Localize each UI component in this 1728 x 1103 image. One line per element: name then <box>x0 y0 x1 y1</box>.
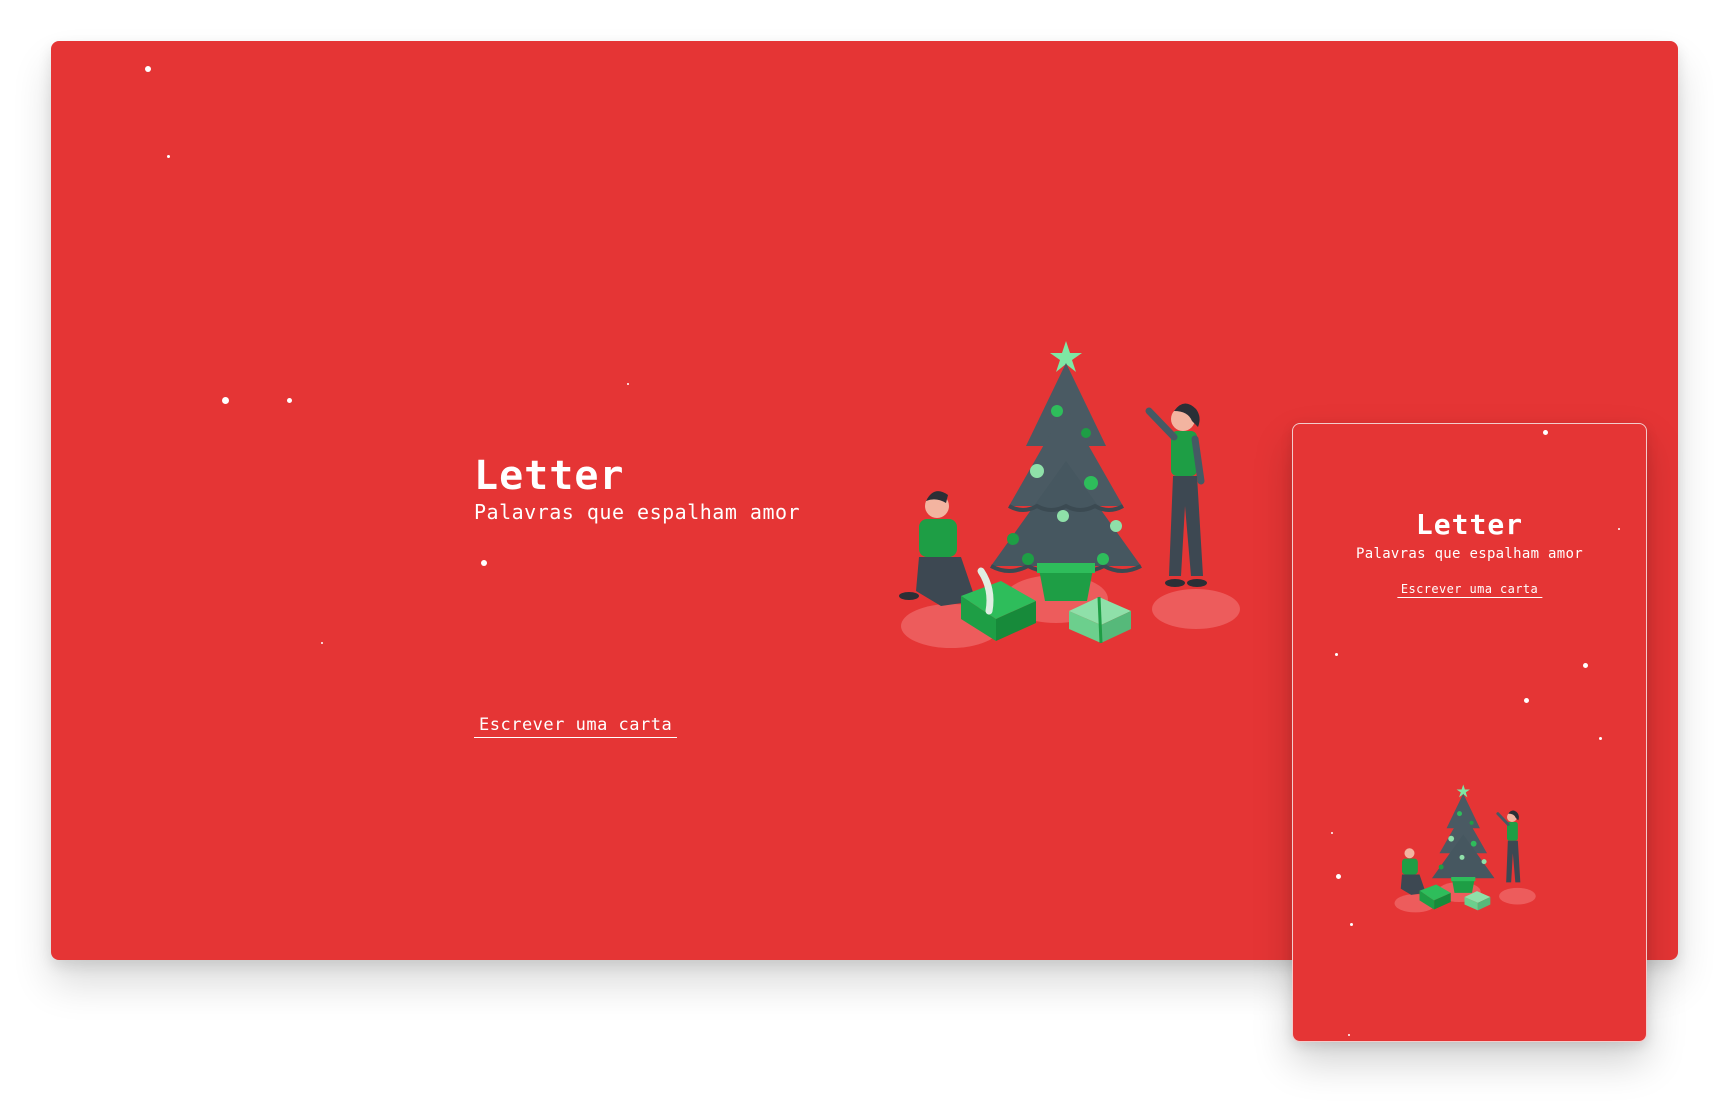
snow-dot <box>1331 832 1333 834</box>
snow-dot <box>1336 874 1341 879</box>
mobile-mockup: Letter Palavras que espalham amor Escrev… <box>1292 423 1647 1042</box>
snow-dot <box>222 397 229 404</box>
christmas-tree-illustration <box>899 341 1240 648</box>
snow-dot <box>1335 653 1338 656</box>
snow-dot <box>1524 698 1529 703</box>
snow-dot <box>145 66 151 72</box>
snow-dot <box>1350 923 1353 926</box>
snow-dot <box>1543 430 1548 435</box>
hero-text: Letter Palavras que espalham amor <box>1293 509 1646 564</box>
snow-dot <box>321 642 323 644</box>
snow-dot <box>481 560 487 566</box>
page-title: Letter <box>1415 508 1524 541</box>
christmas-tree-illustration <box>1394 784 1536 913</box>
snow-dot <box>167 155 170 158</box>
snow-dot <box>1583 663 1588 668</box>
page-subtitle: Palavras que espalham amor <box>474 500 801 524</box>
snow-dot <box>287 398 292 403</box>
hero-text: Letter Palavras que espalham amor <box>474 453 800 525</box>
snow-dot <box>1348 1034 1350 1036</box>
write-letter-link[interactable]: Escrever uma carta <box>474 715 678 738</box>
page-subtitle: Palavras que espalham amor <box>1356 546 1583 562</box>
showcase-canvas: Letter Palavras que espalham amor Escrev… <box>0 0 1728 1103</box>
write-letter-link[interactable]: Escrever uma carta <box>1396 582 1543 598</box>
snow-dot <box>1599 737 1602 740</box>
page-title: Letter <box>474 453 625 499</box>
snow-dot <box>627 383 629 385</box>
